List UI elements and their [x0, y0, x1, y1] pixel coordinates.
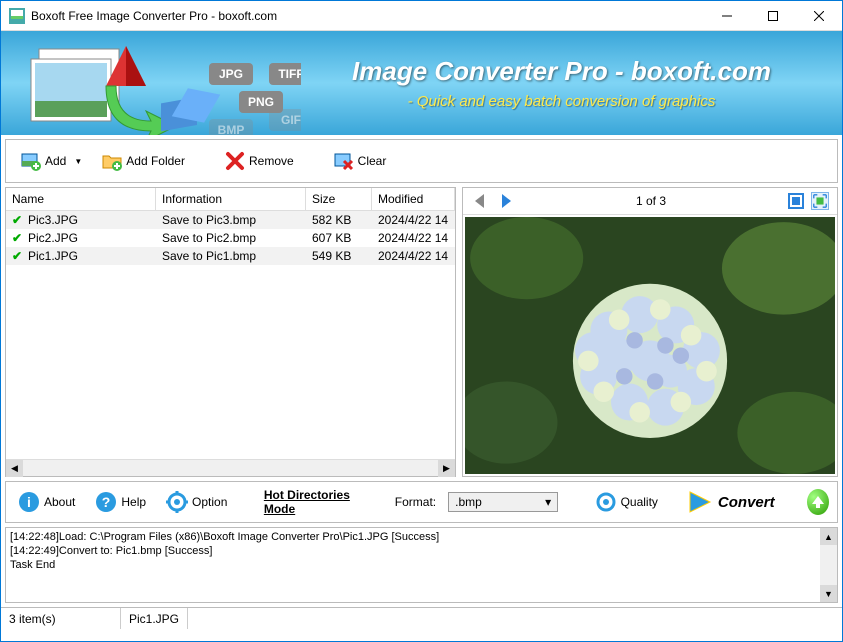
bottom-bar: i About ? Help Option Hot Directories Mo…	[5, 481, 838, 523]
main-toolbar: Add ▼ Add Folder Remove Clear	[5, 139, 838, 183]
check-icon: ✔	[12, 213, 26, 225]
add-folder-button[interactable]: Add Folder	[93, 146, 194, 176]
prev-button[interactable]	[471, 192, 489, 210]
scroll-left-icon[interactable]: ◀	[6, 460, 23, 477]
minimize-button[interactable]	[704, 1, 750, 31]
preview-toolbar: 1 of 3	[463, 188, 837, 215]
up-button[interactable]	[807, 489, 829, 515]
info-icon: i	[18, 491, 40, 513]
gear-icon	[595, 491, 617, 513]
check-icon: ✔	[12, 249, 26, 261]
banner-graphic: JPG TIFF PNG BMP GIF	[21, 31, 301, 135]
svg-text:i: i	[27, 494, 31, 510]
gear-icon	[166, 491, 188, 513]
svg-text:TIFF: TIFF	[278, 67, 301, 81]
add-folder-label: Add Folder	[126, 154, 185, 168]
banner-title: Image Converter Pro - boxoft.com	[301, 56, 822, 87]
option-button[interactable]: Option	[162, 489, 231, 515]
preview-panel: 1 of 3	[462, 187, 838, 477]
convert-button[interactable]: Convert	[686, 489, 775, 515]
banner-subtitle: - Quick and easy batch conversion of gra…	[301, 93, 822, 110]
help-icon: ?	[95, 491, 117, 513]
banner: JPG TIFF PNG BMP GIF Image Converter Pro…	[1, 31, 842, 135]
col-name[interactable]: Name	[6, 188, 156, 210]
folder-icon	[102, 151, 122, 171]
remove-label: Remove	[249, 154, 294, 168]
status-count: 3 item(s)	[1, 608, 121, 629]
svg-text:JPG: JPG	[219, 67, 243, 81]
add-button[interactable]: Add ▼	[12, 146, 91, 176]
actual-size-button[interactable]	[811, 192, 829, 210]
hot-directories-link[interactable]: Hot Directories Mode	[264, 488, 366, 516]
add-icon	[21, 151, 41, 171]
preview-image	[465, 217, 835, 474]
play-icon	[686, 489, 712, 515]
about-button[interactable]: i About	[14, 489, 79, 515]
next-button[interactable]	[497, 192, 515, 210]
vertical-scrollbar[interactable]: ▲ ▼	[820, 528, 837, 602]
svg-text:?: ?	[102, 494, 111, 510]
scroll-up-icon[interactable]: ▲	[820, 528, 837, 545]
arrow-up-icon	[811, 495, 825, 509]
col-info[interactable]: Information	[156, 188, 306, 210]
log-panel: [14:22:48]Load: C:\Program Files (x86)\B…	[5, 527, 838, 603]
svg-text:GIF: GIF	[281, 113, 301, 127]
app-icon	[9, 8, 25, 24]
help-button[interactable]: ? Help	[91, 489, 150, 515]
format-select[interactable]: .bmp	[448, 492, 558, 512]
table-row[interactable]: ✔Pic3.JPG Save to Pic3.bmp 582 KB 2024/4…	[6, 211, 455, 229]
table-row[interactable]: ✔Pic1.JPG Save to Pic1.bmp 549 KB 2024/4…	[6, 247, 455, 265]
clear-button[interactable]: Clear	[325, 146, 396, 176]
col-size[interactable]: Size	[306, 188, 372, 210]
status-file: Pic1.JPG	[121, 608, 188, 629]
fit-button[interactable]	[787, 192, 805, 210]
remove-icon	[225, 151, 245, 171]
statusbar: 3 item(s) Pic1.JPG	[1, 607, 842, 629]
dropdown-icon: ▼	[74, 157, 82, 166]
clear-label: Clear	[358, 154, 387, 168]
quality-button[interactable]: Quality	[591, 489, 662, 515]
scroll-right-icon[interactable]: ▶	[438, 460, 455, 477]
svg-text:BMP: BMP	[218, 123, 245, 135]
maximize-button[interactable]	[750, 1, 796, 31]
file-list-body[interactable]: ✔Pic3.JPG Save to Pic3.bmp 582 KB 2024/4…	[6, 211, 455, 459]
scroll-down-icon[interactable]: ▼	[820, 585, 837, 602]
remove-button[interactable]: Remove	[216, 146, 303, 176]
clear-icon	[334, 151, 354, 171]
window-title: Boxoft Free Image Converter Pro - boxoft…	[31, 9, 704, 23]
preview-counter: 1 of 3	[515, 194, 787, 208]
titlebar: Boxoft Free Image Converter Pro - boxoft…	[1, 1, 842, 31]
svg-text:PNG: PNG	[248, 95, 274, 109]
check-icon: ✔	[12, 231, 26, 243]
table-row[interactable]: ✔Pic2.JPG Save to Pic2.bmp 607 KB 2024/4…	[6, 229, 455, 247]
file-list-header: Name Information Size Modified	[6, 188, 455, 211]
horizontal-scrollbar[interactable]: ◀ ▶	[6, 459, 455, 476]
file-list-panel: Name Information Size Modified ✔Pic3.JPG…	[5, 187, 456, 477]
close-button[interactable]	[796, 1, 842, 31]
log-text[interactable]: [14:22:48]Load: C:\Program Files (x86)\B…	[6, 528, 820, 602]
format-label: Format:	[395, 495, 436, 509]
add-label: Add	[45, 154, 66, 168]
col-modified[interactable]: Modified	[372, 188, 455, 210]
